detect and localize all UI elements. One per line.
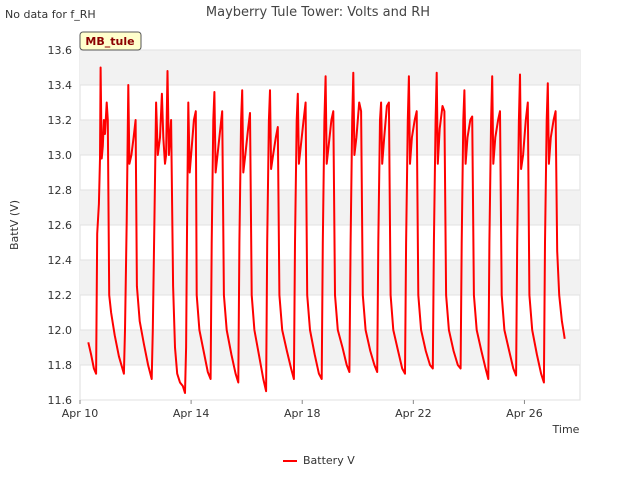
grid-band xyxy=(80,50,580,85)
x-tick-label: Apr 26 xyxy=(506,407,543,420)
y-tick-label: 11.6 xyxy=(48,394,73,407)
site-badge-label: MB_tule xyxy=(85,35,134,48)
x-tick-label: Apr 18 xyxy=(284,407,321,420)
y-tick-label: 13.2 xyxy=(48,114,73,127)
legend-label: Battery V xyxy=(303,454,355,467)
x-tick-label: Apr 10 xyxy=(62,407,99,420)
y-tick-label: 12.6 xyxy=(48,219,73,232)
no-data-notice: No data for f_RH xyxy=(5,8,96,21)
x-tick-label: Apr 22 xyxy=(395,407,432,420)
y-tick-label: 12.2 xyxy=(48,289,73,302)
y-tick-label: 12.0 xyxy=(48,324,73,337)
chart-title: Mayberry Tule Tower: Volts and RH xyxy=(206,5,430,20)
y-tick-label: 13.0 xyxy=(48,149,73,162)
grid-band xyxy=(80,260,580,295)
y-tick-label: 13.4 xyxy=(48,79,73,92)
y-tick-label: 12.8 xyxy=(48,184,73,197)
x-tick-label: Apr 14 xyxy=(173,407,210,420)
x-axis: Apr 10 Apr 14 Apr 18 Apr 22 Apr 26 xyxy=(62,400,543,420)
y-tick-label: 12.4 xyxy=(48,254,73,267)
y-axis-label: BattV (V) xyxy=(8,200,21,250)
y-tick-label: 11.8 xyxy=(48,359,73,372)
chart: No data for f_RH Mayberry Tule Tower: Vo… xyxy=(5,5,581,467)
x-axis-label: Time xyxy=(552,423,580,436)
y-tick-label: 13.6 xyxy=(48,44,73,57)
